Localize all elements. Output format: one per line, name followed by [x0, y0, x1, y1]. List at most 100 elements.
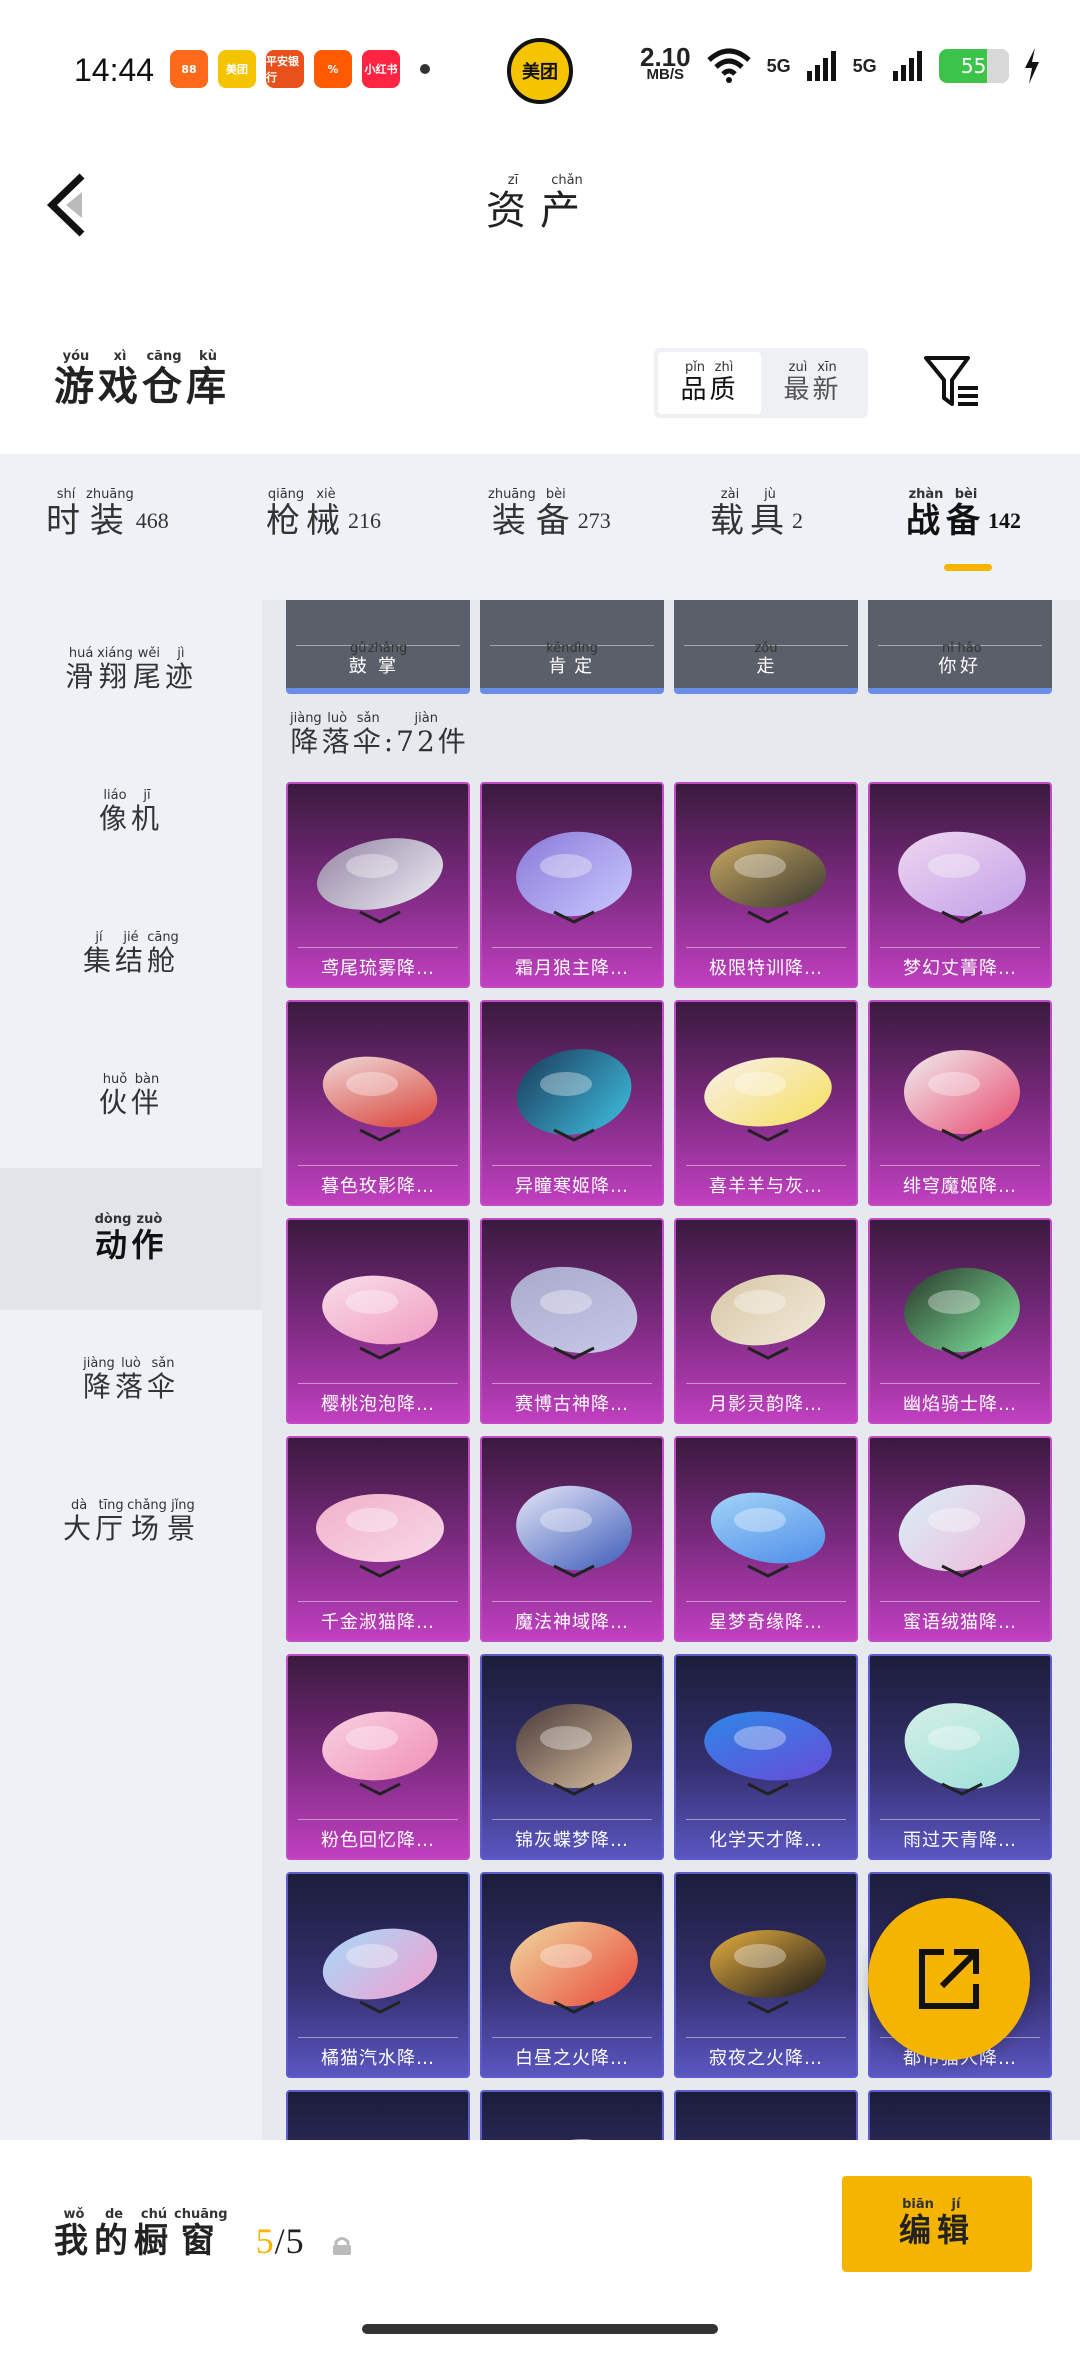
tab-count: 216 [348, 508, 381, 533]
parachute-card[interactable]: 赛博古神降… [480, 1218, 664, 1424]
lock-icon[interactable] [331, 2236, 353, 2256]
battery-level: 55 [960, 54, 987, 78]
tab-equipment[interactable]: 装zhuāng备bèi 273 [488, 487, 611, 542]
speed-unit: MB/S [646, 66, 685, 83]
parachute-card[interactable]: 粉色回忆降… [286, 1654, 470, 1860]
parachute-card[interactable]: 幽焰骑士降… [868, 1218, 1052, 1424]
sort-latest-button[interactable]: 最zuì 新xīn [761, 352, 864, 414]
parachute-name: 寂夜之火降… [709, 2048, 823, 2069]
parachute-card[interactable]: 魔法神域降… [480, 1436, 664, 1642]
parachute-card[interactable]: 月影灵韵降… [674, 1218, 858, 1424]
meituan-icon[interactable]: 美团 [507, 38, 573, 104]
tab-fashion[interactable]: 时shí装zhuāng 468 [46, 487, 169, 542]
parachute-card[interactable]: 极限特训降… [674, 782, 858, 988]
parachute-card[interactable]: 绯穹魔姬降… [868, 1000, 1052, 1206]
sidebar-item-assembly-pod[interactable]: 集jí 结jié 舱cāng [0, 884, 262, 1026]
parachute-icon [898, 831, 1026, 924]
parachute-card[interactable]: 梦幻丈菁降… [868, 782, 1052, 988]
parachute-icon [704, 1711, 832, 1796]
parachute-card[interactable]: 鸢尾琉雾降… [286, 782, 470, 988]
category-tabs: 时shí装zhuāng 468 枪qiāng械xiè 216 装zhuāng备b… [0, 454, 1080, 600]
sidebar: 滑huá 翔xiáng 尾wěi 迹jì 像liáo 机jī 集jí 结jié 舱cāng … [0, 600, 262, 2140]
meituan-floating-icon[interactable]: 美团 [490, 36, 590, 106]
sidebar-item-glide-trail[interactable]: 滑huá 翔xiáng 尾wěi 迹jì [0, 600, 262, 742]
parachute-card[interactable] [286, 2090, 470, 2140]
emote-card[interactable]: 肯kěn定dìng [480, 600, 664, 694]
parachute-card[interactable]: 樱桃泡泡降… [286, 1218, 470, 1424]
speed-value: 2.10 [640, 42, 691, 72]
sidebar-item-companion[interactable]: 伙huǒ 伴bàn [0, 1026, 262, 1168]
sidebar-item-drone[interactable]: 像liáo 机jī [0, 742, 262, 884]
parachute-card[interactable]: 锦灰蝶梦降… [480, 1654, 664, 1860]
tab-vehicles[interactable]: 载zài具jù 2 [710, 487, 803, 542]
parachute-card[interactable]: 霜月狼主降… [480, 782, 664, 988]
sidebar-item-emote[interactable]: 动dòng 作zuò [0, 1168, 262, 1310]
tab-label: 战zhàn备bèi [906, 487, 986, 541]
parachute-name: 白昼之火降… [515, 2048, 629, 2069]
showcase-label: 我wǒ的de橱chú窗chuāng [54, 2207, 228, 2261]
tab-count: 273 [577, 508, 611, 533]
warehouse-title: 游yóu戏xì仓cāng库kù [54, 349, 230, 410]
parachute-card[interactable]: 白昼之火降… [480, 1872, 664, 2078]
parachute-card[interactable]: 蜜语绒猫降… [868, 1436, 1052, 1642]
parachute-icon [516, 1485, 632, 1578]
parachute-icon [710, 1492, 826, 1578]
signal-2-icon [892, 51, 922, 81]
sidebar-item-lobby-scene[interactable]: 大dà 厅tīng 场chǎng 景jǐng [0, 1452, 262, 1594]
notification-app-icon: % [314, 50, 352, 88]
parachute-name: 极限特训降… [709, 958, 823, 979]
parachute-icon [904, 1050, 1020, 1142]
more-notifications-dot [420, 64, 430, 74]
parachute-icon [704, 1057, 832, 1142]
tab-weapons[interactable]: 枪qiāng械xiè 216 [266, 487, 381, 542]
parachute-icon [322, 1275, 438, 1360]
signal-2-label: 5G [852, 55, 877, 76]
share-button[interactable] [868, 1898, 1030, 2060]
parachute-card[interactable]: 雨过天青降… [868, 1654, 1052, 1860]
emote-card[interactable]: 鼓gǔ掌zhǎng [286, 600, 470, 694]
parachute-icon [516, 1049, 632, 1142]
parachute-card[interactable]: 寂夜之火降… [674, 1872, 858, 2078]
parachute-card[interactable]: 异瞳寒姬降… [480, 1000, 664, 1206]
parachute-card[interactable] [480, 2090, 664, 2140]
notification-icons: 88 美团 平安银行% 小红书 [170, 50, 430, 88]
parachute-name: 魔法神域降… [515, 1612, 629, 1633]
bottom-bar: 我wǒ的de橱chú窗chuāng 5/5 编biān 辑jí [0, 2140, 1080, 2354]
parachute-card[interactable]: 橘猫汽水降… [286, 1872, 470, 2078]
parachute-icon [510, 1921, 638, 2014]
filter-icon[interactable] [922, 352, 982, 412]
parachute-name: 化学天才降… [709, 1830, 823, 1851]
parachute-card[interactable] [674, 2090, 858, 2140]
tab-battle-prep[interactable]: 战zhàn备bèi 142 [906, 487, 1021, 542]
emote-card[interactable]: 走zǒu [674, 600, 858, 694]
status-right: 2.10 MB/S 5G 5G 55 [640, 42, 1041, 84]
parachute-name: 星梦奇缘降… [709, 1612, 823, 1633]
parachute-icon [892, 2130, 1032, 2140]
parachute-name: 月影灵韵降… [709, 1394, 823, 1415]
tab-count: 2 [792, 508, 803, 533]
parachute-card[interactable]: 喜羊羊与灰… [674, 1000, 858, 1206]
parachute-card[interactable]: 暮色玫影降… [286, 1000, 470, 1206]
parachute-icon [322, 1056, 438, 1142]
showcase-total: /5 [274, 2221, 305, 2261]
tab-count: 142 [988, 508, 1021, 533]
edit-button[interactable]: 编biān 辑jí [842, 2176, 1032, 2272]
parachute-icon [322, 1928, 438, 2014]
emote-card[interactable]: 你nǐ好hǎo [868, 600, 1052, 694]
sort-quality-button[interactable]: 品pǐn 质zhì [658, 352, 761, 414]
sidebar-item-parachute[interactable]: 降jiàng 落luò 伞sǎn [0, 1310, 262, 1452]
parachute-name: 喜羊羊与灰… [709, 1176, 823, 1197]
parachute-card[interactable]: 化学天才降… [674, 1654, 858, 1860]
sort-toggle: 品pǐn 质zhì 最zuì 新xīn [654, 348, 868, 418]
parachute-card[interactable] [868, 2090, 1052, 2140]
parachute-icon [710, 840, 826, 924]
signal-1-icon [806, 51, 836, 81]
section-count: :72件jiàn [383, 711, 469, 758]
parachute-icon [317, 838, 443, 924]
emote-name: 鼓gǔ掌zhǎng [348, 641, 408, 677]
parachute-card[interactable]: 星梦奇缘降… [674, 1436, 858, 1642]
home-indicator[interactable] [362, 2324, 718, 2334]
parachute-card[interactable]: 千金淑猫降… [286, 1436, 470, 1642]
parachute-icon [898, 1484, 1026, 1578]
parachute-name: 橘猫汽水降… [321, 2048, 435, 2069]
